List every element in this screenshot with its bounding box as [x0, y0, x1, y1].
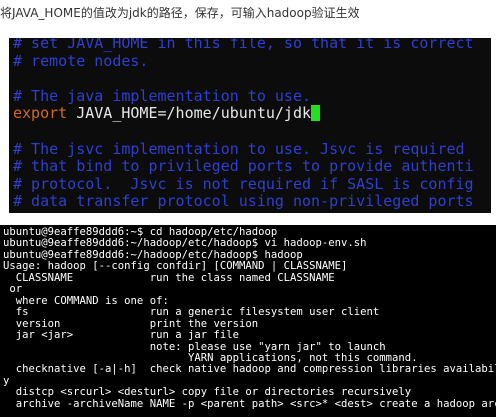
terminal-line: archive -archiveName NAME -p <parent pat… — [3, 397, 496, 410]
export-value: JAVA_HOME=/home/ubuntu/jdk — [67, 104, 312, 123]
vim-editor-screenshot: # set JAVA_HOME in this file, so that it… — [9, 38, 491, 213]
caption-text: 将JAVA_HOME的值改为jdk的路径，保存，可输入hadoop验证生效 — [0, 6, 360, 20]
vim-line: # protocol. Jsvc is not required if SASL… — [13, 174, 474, 193]
export-keyword: export — [13, 104, 68, 123]
vim-line: export JAVA_HOME=/home/ubuntu/jdk — [13, 104, 321, 123]
vim-line: # remote nodes. — [13, 51, 149, 70]
vim-line: # that bind to privileged ports to provi… — [13, 157, 474, 176]
vim-line: # set JAVA_HOME in this file, so that it… — [13, 38, 474, 52]
vim-line: # The jsvc implementation to use. Jsvc i… — [13, 139, 465, 158]
terminal-screenshot: ubuntu@9eaffe89ddd6:~$ cd hadoop/etc/had… — [0, 225, 496, 417]
vim-line: # data transfer protocol using non-privi… — [13, 192, 474, 211]
vim-line: # The java implementation to use. — [13, 86, 312, 105]
terminal-line: checknative [-a|-h] check native hadoop … — [3, 363, 496, 376]
text-cursor — [311, 105, 321, 122]
terminal-line: CLASSNAME run the class named CLASSNAME — [3, 271, 335, 284]
